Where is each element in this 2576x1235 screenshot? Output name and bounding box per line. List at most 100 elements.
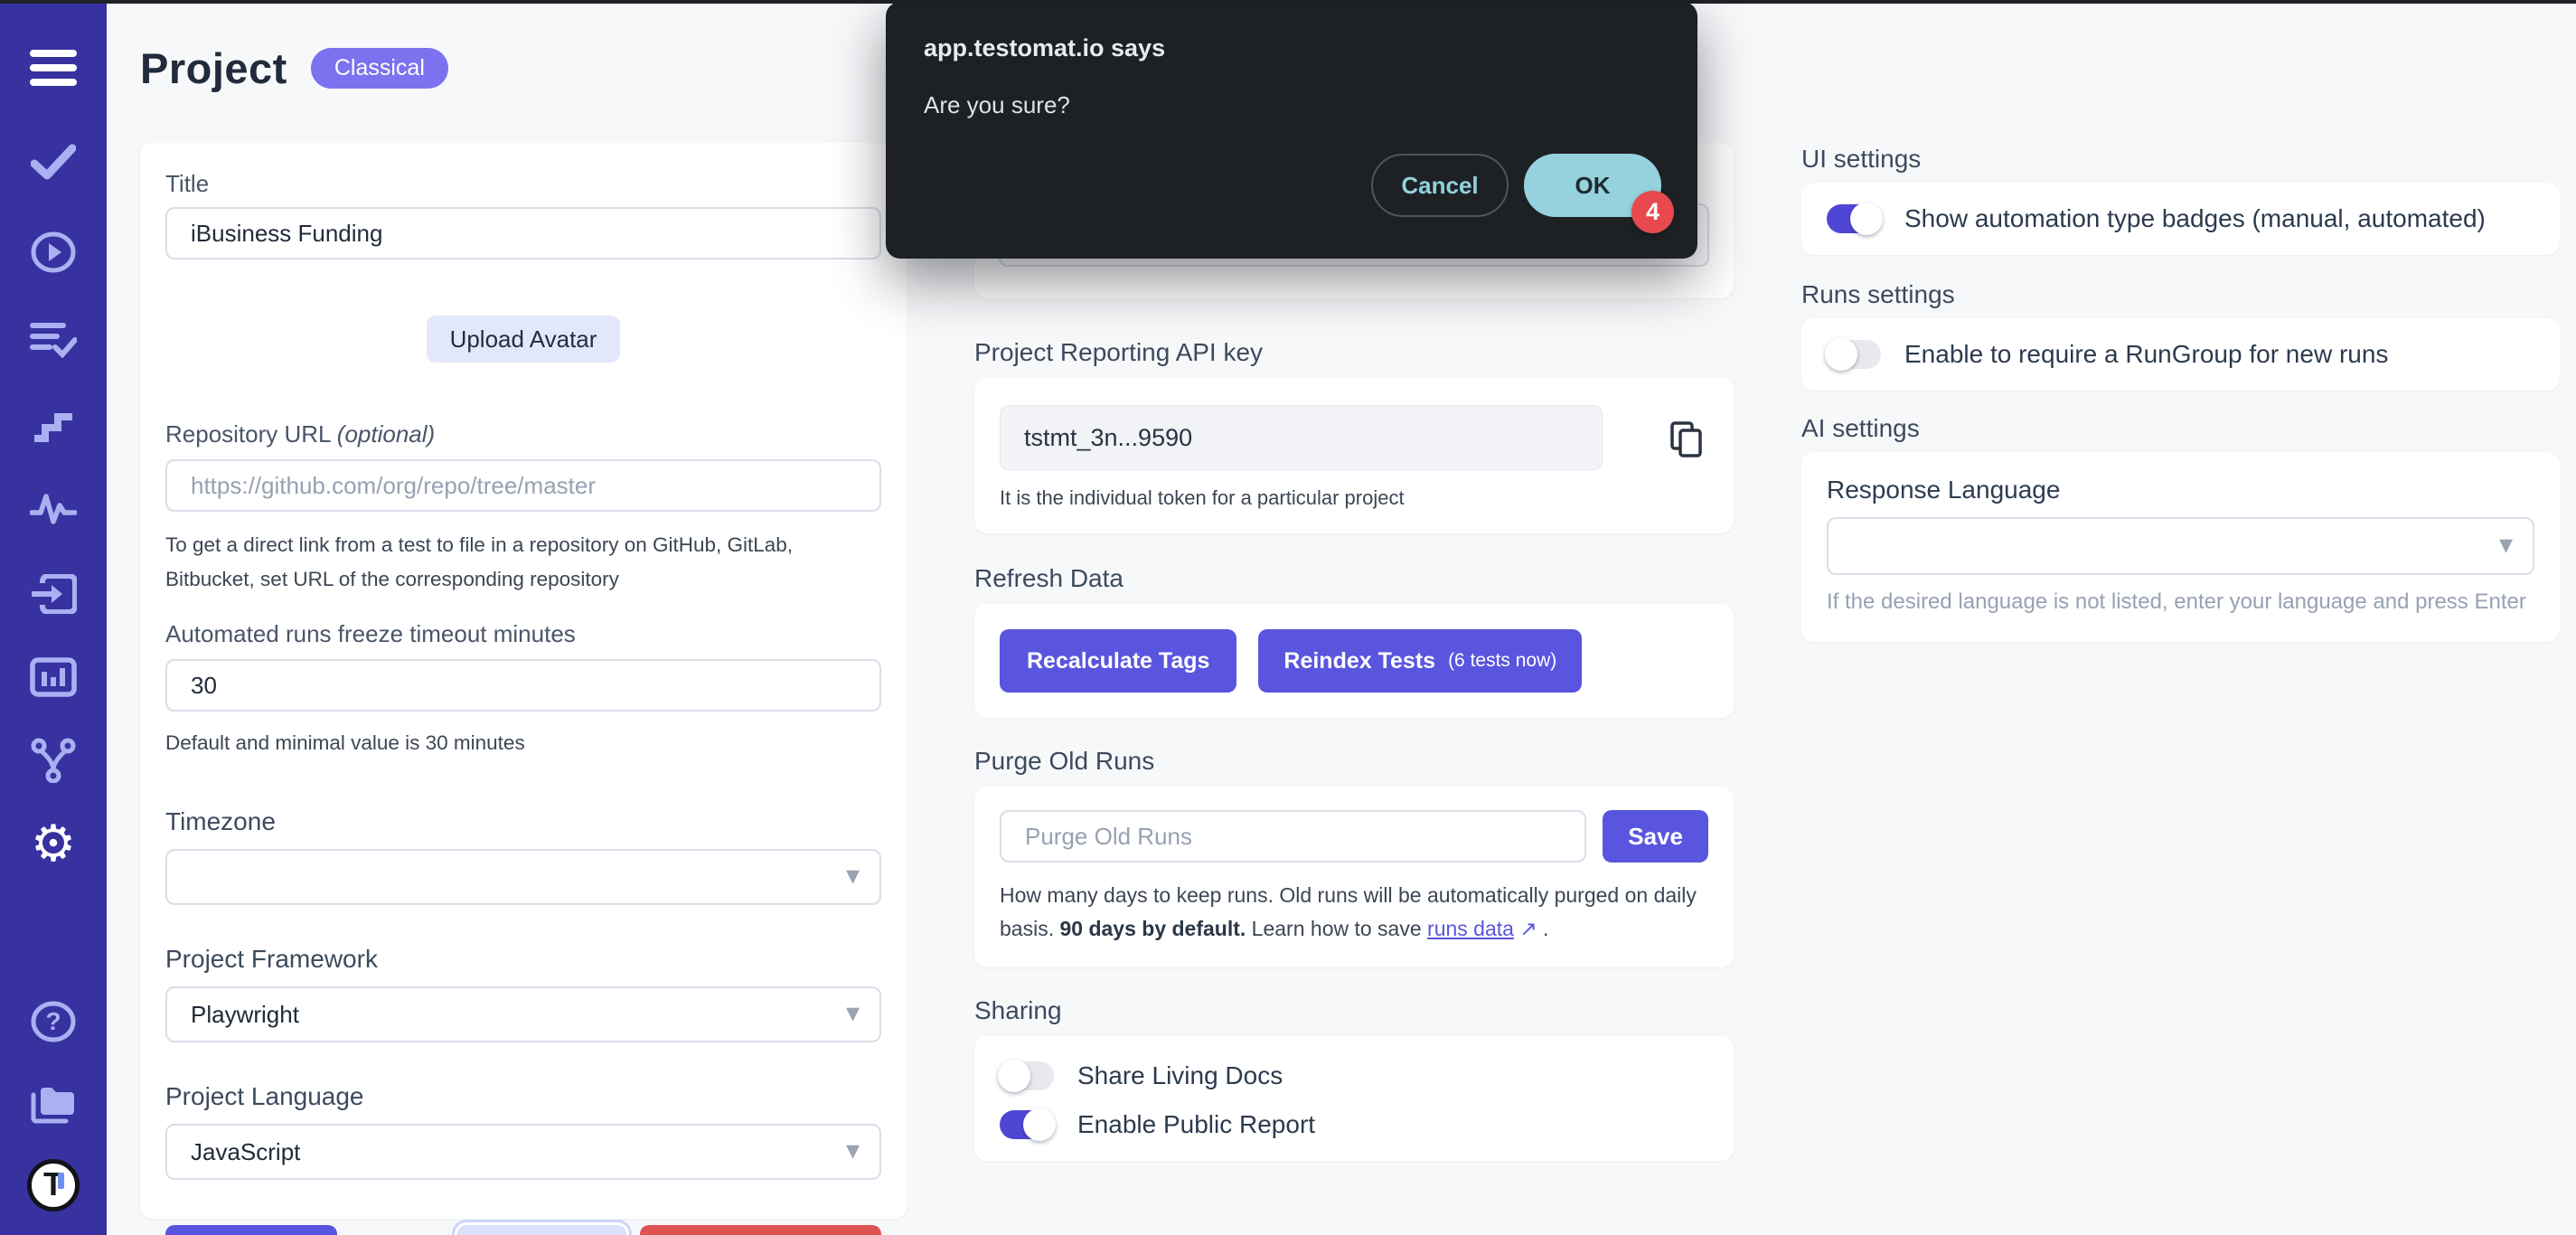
language-select[interactable]: JavaScript xyxy=(165,1124,881,1180)
language-value: JavaScript xyxy=(191,1138,300,1166)
repository-url-label: Repository URL (optional) xyxy=(165,420,881,448)
ui-settings-card: Show automation type badges (manual, aut… xyxy=(1801,183,2560,255)
sidebar-item-help[interactable]: ? xyxy=(0,998,107,1045)
sharing-card: Share Living Docs Enable Public Report xyxy=(974,1036,1734,1161)
gear-icon: ⚙ xyxy=(30,820,77,867)
reindex-tests-label: Reindex Tests xyxy=(1283,648,1435,674)
purge-help-2: Learn how to save xyxy=(1246,917,1427,940)
freeze-timeout-input[interactable] xyxy=(165,659,881,712)
runs-data-link[interactable]: runs data xyxy=(1427,917,1514,940)
bar-chart-icon xyxy=(30,654,77,701)
dialog-ok-label: OK xyxy=(1575,172,1611,200)
sidebar-item-test-plans[interactable] xyxy=(0,316,107,363)
api-token-value: tstmt_3n...9590 xyxy=(1024,424,1192,452)
app-window: ⚙ ? T Project Classical Title xyxy=(0,0,2576,1235)
svg-text:?: ? xyxy=(45,1007,61,1035)
automation-badges-label: Show automation type badges (manual, aut… xyxy=(1904,204,2486,233)
logo-accent xyxy=(58,1173,64,1189)
list-check-icon xyxy=(30,316,77,363)
sidebar-item-steps[interactable] xyxy=(0,401,107,448)
title-label: Title xyxy=(165,170,881,198)
sidebar-item-settings[interactable]: ⚙ xyxy=(0,820,107,867)
sharing-label: Sharing xyxy=(974,996,1734,1025)
classical-badge: Classical xyxy=(311,48,448,89)
api-token-help: It is the individual token for a particu… xyxy=(1000,486,1708,510)
share-living-docs-toggle[interactable] xyxy=(1000,1061,1054,1090)
steps-icon xyxy=(30,401,77,448)
framework-select[interactable]: Playwright xyxy=(165,986,881,1042)
framework-value: Playwright xyxy=(191,1001,299,1029)
menu-button[interactable] xyxy=(0,44,107,91)
framework-label: Project Framework xyxy=(165,945,881,974)
play-circle-icon xyxy=(30,229,77,276)
purge-help-tail: . xyxy=(1537,917,1549,940)
dialog-message: Are you sure? xyxy=(924,91,1661,119)
ui-settings-label: UI settings xyxy=(1801,145,2560,174)
ai-settings-card: Response Language If the desired languag… xyxy=(1801,452,2560,642)
purge-help-bold: 90 days by default. xyxy=(1059,917,1246,940)
ai-settings-label: AI settings xyxy=(1801,414,2560,443)
ok-step-badge: 4 xyxy=(1631,191,1674,233)
timezone-select[interactable] xyxy=(165,849,881,905)
dialog-ok-button[interactable]: OK 4 xyxy=(1524,154,1661,217)
repository-url-input[interactable] xyxy=(165,459,881,512)
sidebar-item-projects[interactable] xyxy=(0,1079,107,1127)
folders-icon xyxy=(30,1079,77,1127)
project-form-card: Title Upload Avatar Repository URL (opti… xyxy=(140,143,907,1219)
purge-old-runs-input[interactable] xyxy=(1000,810,1586,863)
recalculate-tags-button[interactable]: Recalculate Tags xyxy=(1000,629,1236,693)
rungroup-toggle[interactable] xyxy=(1827,340,1881,369)
response-language-label: Response Language xyxy=(1827,476,2534,504)
sidebar-item-analytics[interactable] xyxy=(0,654,107,701)
update-button[interactable]: Update xyxy=(165,1225,337,1235)
enable-public-report-toggle[interactable] xyxy=(1000,1110,1054,1139)
automation-badges-row: Show automation type badges (manual, aut… xyxy=(1827,204,2534,233)
rungroup-label: Enable to require a RunGroup for new run… xyxy=(1904,340,2388,369)
api-token-field[interactable]: tstmt_3n...9590 xyxy=(1000,405,1603,470)
repository-url-help: To get a direct link from a test to file… xyxy=(165,528,881,597)
copy-icon[interactable] xyxy=(1670,421,1703,457)
share-living-docs-row: Share Living Docs xyxy=(1000,1061,1708,1090)
purge-old-runs-label: Purge Old Runs xyxy=(974,747,1734,776)
sidebar-item-tests[interactable] xyxy=(0,138,107,185)
runs-settings-card: Enable to require a RunGroup for new run… xyxy=(1801,318,2560,391)
account-avatar[interactable]: T xyxy=(0,1159,107,1211)
sidebar-item-import[interactable] xyxy=(0,570,107,618)
runs-settings-label: Runs settings xyxy=(1801,280,2560,309)
sidebar-item-branches[interactable] xyxy=(0,737,107,784)
sidebar-item-runs[interactable] xyxy=(0,229,107,276)
pulse-icon xyxy=(30,486,77,533)
automation-badges-toggle[interactable] xyxy=(1827,204,1881,233)
branch-icon xyxy=(30,737,77,784)
share-living-docs-label: Share Living Docs xyxy=(1077,1061,1283,1090)
hamburger-menu-icon xyxy=(30,44,77,91)
enable-public-report-label: Enable Public Report xyxy=(1077,1110,1315,1139)
archive-button[interactable]: Archive 3 xyxy=(457,1225,626,1235)
external-link-icon: ↗ xyxy=(1519,917,1537,940)
delete-project-button[interactable]: Delete Project xyxy=(640,1225,881,1235)
reporting-api-key-label: Project Reporting API key xyxy=(974,338,1734,367)
refresh-data-label: Refresh Data xyxy=(974,564,1734,593)
purge-help: How many days to keep runs. Old runs wil… xyxy=(1000,879,1708,946)
response-language-hint: If the desired language is not listed, e… xyxy=(1827,589,2534,615)
freeze-timeout-help: Default and minimal value is 30 minutes xyxy=(165,726,881,760)
upload-avatar-button[interactable]: Upload Avatar xyxy=(427,316,621,363)
testomat-logo: T xyxy=(27,1159,80,1211)
refresh-data-card: Recalculate Tags Reindex Tests (6 tests … xyxy=(974,604,1734,718)
title-input[interactable] xyxy=(165,207,881,259)
purge-save-button[interactable]: Save xyxy=(1603,810,1708,863)
response-language-select[interactable] xyxy=(1827,517,2534,575)
reindex-tests-count: (6 tests now) xyxy=(1448,650,1556,672)
reindex-tests-button[interactable]: Reindex Tests (6 tests now) xyxy=(1258,629,1582,693)
dialog-title: app.testomat.io says xyxy=(924,34,1661,62)
dialog-cancel-button[interactable]: Cancel xyxy=(1371,154,1509,217)
sidebar-item-pulse[interactable] xyxy=(0,486,107,533)
enable-public-report-row: Enable Public Report xyxy=(1000,1110,1708,1139)
rungroup-row: Enable to require a RunGroup for new run… xyxy=(1827,340,2534,369)
sidebar: ⚙ ? T xyxy=(0,0,107,1235)
help-circle-icon: ? xyxy=(30,998,77,1045)
repository-url-optional: (optional) xyxy=(337,420,435,448)
page-title: Project xyxy=(140,43,287,93)
reporting-api-key-card: tstmt_3n...9590 It is the individual tok… xyxy=(974,378,1734,533)
check-icon xyxy=(30,138,77,185)
